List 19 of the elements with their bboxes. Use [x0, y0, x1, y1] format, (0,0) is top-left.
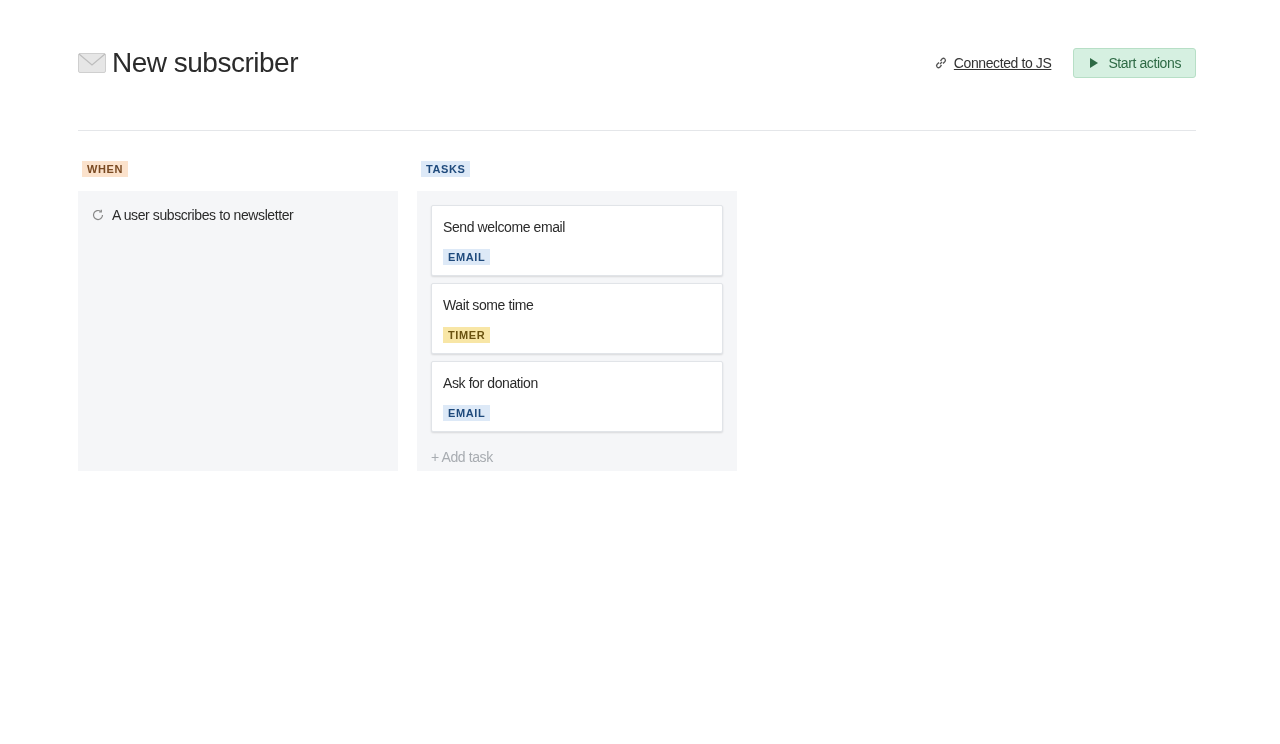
task-card[interactable]: Wait some time TIMER	[431, 283, 723, 354]
task-tag: EMAIL	[443, 249, 491, 265]
start-actions-button[interactable]: Start actions	[1073, 48, 1196, 78]
link-icon	[933, 56, 948, 70]
trigger-text: A user subscribes to newsletter	[112, 207, 294, 223]
task-card[interactable]: Send welcome email EMAIL	[431, 205, 723, 276]
task-tag: EMAIL	[443, 405, 491, 421]
task-title: Ask for donation	[443, 375, 539, 391]
envelope-icon	[78, 53, 106, 73]
task-title: Send welcome email	[443, 219, 566, 235]
task-title: Wait some time	[443, 297, 535, 313]
page-title: New subscriber	[112, 47, 298, 79]
connected-link[interactable]: Connected to JS	[953, 55, 1052, 71]
task-tag: TIMER	[443, 327, 491, 343]
play-icon	[1090, 58, 1099, 68]
task-card[interactable]: Ask for donation EMAIL	[431, 361, 723, 432]
section-label: TASKS	[421, 161, 471, 177]
refresh-icon	[92, 209, 104, 221]
section-label: WHEN	[82, 161, 128, 177]
